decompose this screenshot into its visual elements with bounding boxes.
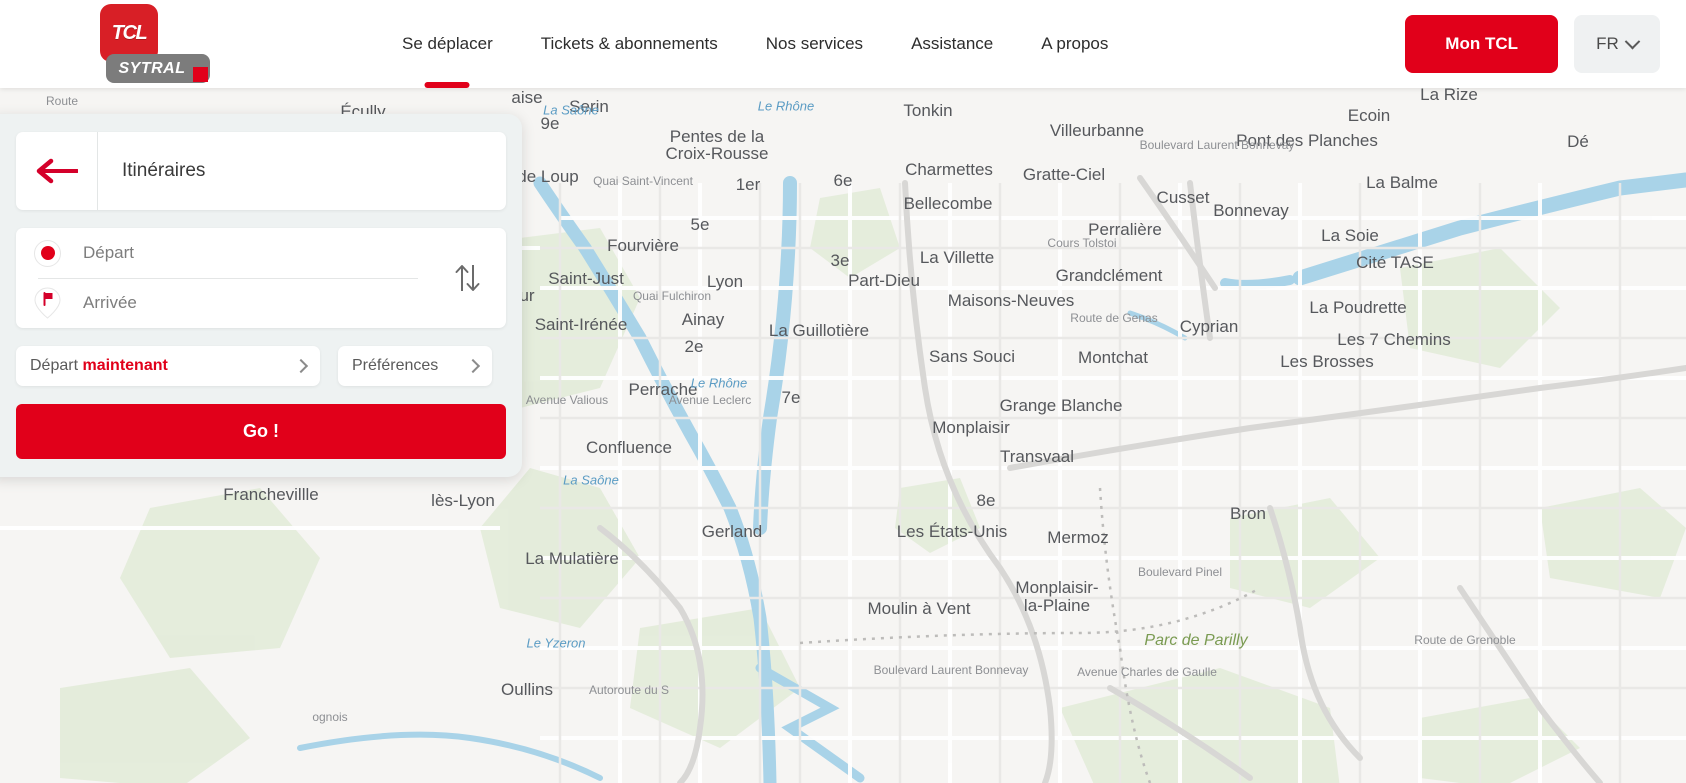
panel-header: Itinéraires bbox=[16, 132, 506, 210]
logo-sub-text: SYTRAL bbox=[118, 59, 186, 77]
panel-title: Itinéraires bbox=[122, 160, 206, 181]
page-root: TCL SYTRAL Se déplacer Tickets & abonnem… bbox=[0, 0, 1686, 783]
logo-brand-text: TCL bbox=[111, 21, 148, 44]
nav-item-nos-services[interactable]: Nos services bbox=[742, 0, 887, 88]
back-button[interactable] bbox=[16, 132, 98, 210]
nav-label: Nos services bbox=[765, 34, 864, 53]
nav-label: Se déplacer bbox=[402, 34, 493, 53]
field-divider bbox=[38, 278, 418, 279]
nav-item-assistance[interactable]: Assistance bbox=[887, 0, 1017, 88]
nav-label: Assistance bbox=[911, 34, 994, 53]
origin-destination-card: Départ Arrivée bbox=[16, 228, 506, 328]
arrival-input[interactable]: Arrivée bbox=[16, 278, 506, 328]
site-header: TCL SYTRAL Se déplacer Tickets & abonnem… bbox=[0, 0, 1686, 88]
departure-time-option[interactable]: Départ maintenant bbox=[16, 346, 320, 386]
arrow-left-icon bbox=[36, 158, 78, 184]
main-navigation: Se déplacer Tickets & abonnements Nos se… bbox=[378, 0, 1132, 88]
swap-button[interactable] bbox=[450, 261, 484, 295]
departure-time-label: Départ maintenant bbox=[30, 357, 168, 374]
preferences-option[interactable]: Préférences bbox=[338, 346, 492, 386]
logo-accent-square bbox=[193, 67, 208, 82]
arrival-placeholder: Arrivée bbox=[83, 293, 137, 312]
header-actions: Mon TCL FR bbox=[1405, 0, 1660, 88]
itinerary-panel: Itinéraires Départ Arrivée Départ mainte… bbox=[0, 114, 522, 477]
logo-gray-badge: SYTRAL bbox=[106, 54, 210, 83]
active-nav-indicator bbox=[424, 82, 470, 88]
nav-item-a-propos[interactable]: A propos bbox=[1017, 0, 1132, 88]
chevron-down-icon bbox=[1624, 33, 1641, 49]
nav-item-tickets-abonnements[interactable]: Tickets & abonnements bbox=[517, 0, 742, 88]
options-row: Départ maintenant Préférences bbox=[16, 346, 506, 386]
language-label: FR bbox=[1596, 34, 1619, 53]
language-selector[interactable]: FR bbox=[1574, 15, 1660, 73]
departure-placeholder: Départ bbox=[83, 243, 135, 262]
nav-label: Tickets & abonnements bbox=[540, 34, 718, 53]
nav-label: A propos bbox=[1041, 34, 1109, 53]
swap-vertical-icon bbox=[455, 265, 480, 291]
go-button[interactable]: Go ! bbox=[16, 404, 506, 459]
destination-flag-pin-icon bbox=[34, 287, 61, 319]
nav-item-se-deplacer[interactable]: Se déplacer bbox=[378, 0, 517, 88]
chevron-right-icon bbox=[293, 358, 309, 374]
mon-tcl-button[interactable]: Mon TCL bbox=[1405, 15, 1558, 73]
tcl-sytral-logo[interactable]: TCL SYTRAL bbox=[100, 4, 210, 83]
origin-dot-icon bbox=[34, 239, 61, 267]
departure-input[interactable]: Départ bbox=[16, 228, 506, 278]
preferences-label: Préférences bbox=[352, 357, 439, 374]
chevron-right-icon bbox=[465, 358, 481, 374]
